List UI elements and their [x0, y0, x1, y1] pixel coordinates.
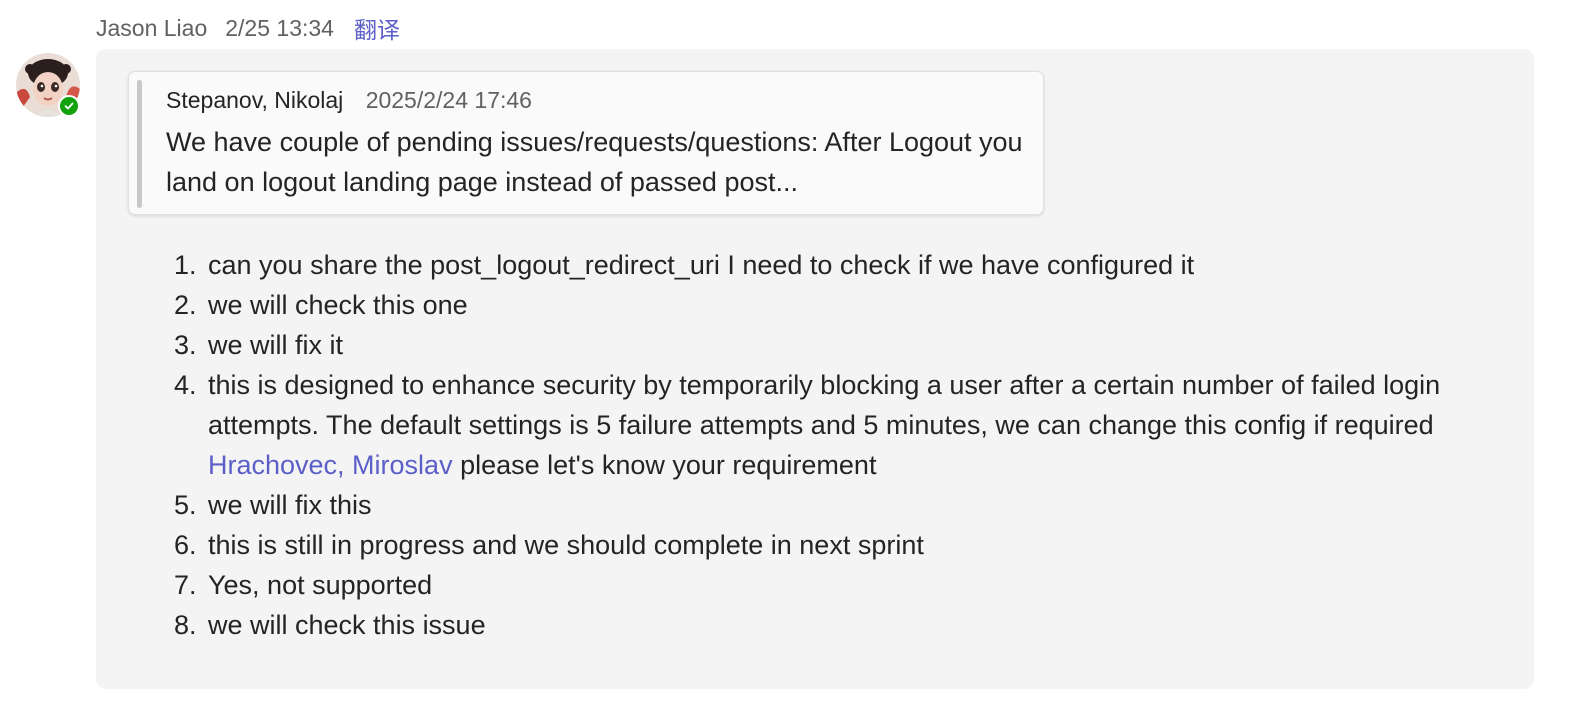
message-header: Jason Liao 2/25 13:34 翻译: [96, 12, 400, 44]
translate-link[interactable]: 翻译: [354, 11, 400, 45]
list-number: 5.: [174, 490, 197, 520]
list-item-text: we will fix this: [208, 490, 372, 520]
list-item-text: we will check this issue: [208, 610, 486, 640]
quoted-reply[interactable]: Stepanov, Nikolaj 2025/2/24 17:46 We hav…: [128, 71, 1044, 215]
list-item-text: we will fix it: [208, 330, 344, 360]
list-item: 3. we will fix it: [168, 325, 1508, 365]
list-item-text: can you share the post_logout_redirect_u…: [208, 250, 1195, 280]
list-item-text: this is still in progress and we should …: [208, 530, 924, 560]
list-item: 7. Yes, not supported: [168, 565, 1508, 605]
list-item-text: we will check this one: [208, 290, 468, 320]
list-item: 2. we will check this one: [168, 285, 1508, 325]
message-author[interactable]: Jason Liao: [96, 15, 207, 42]
list-item-text-before: this is designed to enhance security by …: [208, 370, 1441, 440]
chat-message: Jason Liao 2/25 13:34 翻译 Stepanov, Nikol…: [0, 0, 1572, 714]
quote-author: Stepanov, Nikolaj: [166, 87, 344, 113]
list-number: 4.: [174, 370, 197, 400]
list-item: 4. this is designed to enhance security …: [168, 365, 1508, 485]
list-item-text: Yes, not supported: [208, 570, 433, 600]
list-item: 8. we will check this issue: [168, 605, 1508, 645]
list-number: 7.: [174, 570, 197, 600]
mention-link[interactable]: Hrachovec, Miroslav: [208, 450, 453, 480]
list-item-text-after: please let's know your requirement: [452, 450, 877, 480]
message-bubble: Stepanov, Nikolaj 2025/2/24 17:46 We hav…: [96, 49, 1534, 689]
list-item: 5. we will fix this: [168, 485, 1508, 525]
list-item: 1. can you share the post_logout_redirec…: [168, 245, 1508, 285]
quote-header: Stepanov, Nikolaj 2025/2/24 17:46: [166, 87, 532, 114]
message-timestamp: 2/25 13:34: [225, 14, 334, 41]
list-number: 1.: [174, 250, 197, 280]
quote-text: We have couple of pending issues/request…: [166, 127, 1023, 197]
quote-timestamp: 2025/2/24 17:46: [365, 87, 532, 113]
presence-available-icon: [58, 95, 80, 117]
list-number: 3.: [174, 330, 197, 360]
quote-bar: [137, 80, 142, 208]
list-item: 6. this is still in progress and we shou…: [168, 525, 1508, 565]
numbered-list: 1. can you share the post_logout_redirec…: [168, 245, 1508, 645]
list-number: 2.: [174, 290, 197, 320]
list-number: 6.: [174, 530, 197, 560]
list-number: 8.: [174, 610, 197, 640]
